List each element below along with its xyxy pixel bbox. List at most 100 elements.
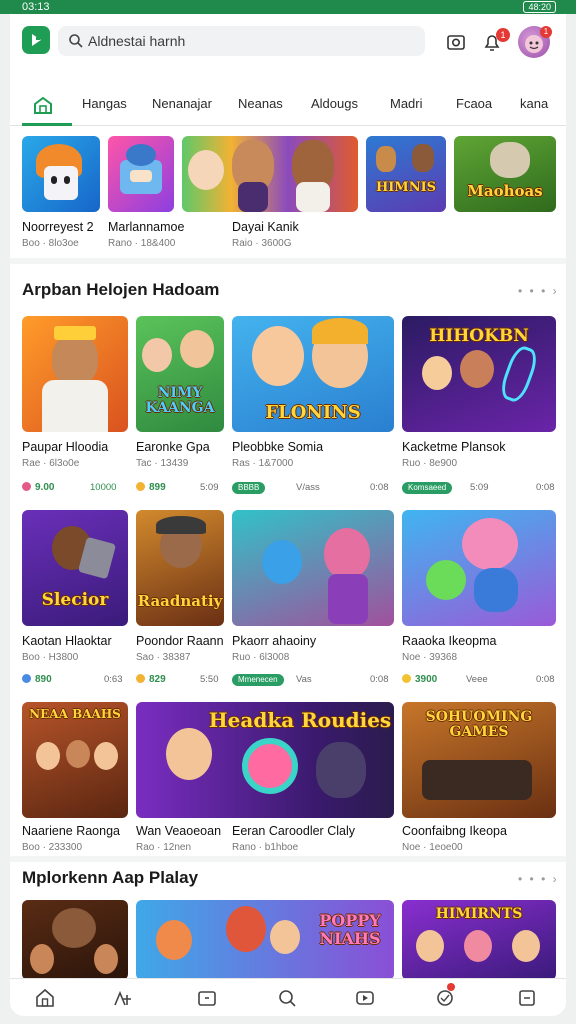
- game-tag: Komsaeed: [402, 482, 453, 494]
- app-thumb-2[interactable]: [108, 136, 174, 212]
- app-logo[interactable]: [22, 26, 50, 54]
- tab-hangas[interactable]: Hangas: [82, 96, 127, 111]
- game-thumb[interactable]: [22, 900, 128, 980]
- game-title: Eeran Caroodler Claly: [232, 824, 355, 838]
- more-button[interactable]: • • • ›: [518, 284, 559, 298]
- search-icon[interactable]: [276, 987, 298, 1009]
- app-thumb-1[interactable]: [22, 136, 100, 212]
- game-thumb[interactable]: SOHUOMING GAMES: [402, 702, 556, 818]
- app-thumb-5[interactable]: Maohoas: [454, 136, 556, 212]
- game-price: 10000: [90, 482, 117, 493]
- game-subtitle: Noe · 1eoe00: [402, 842, 463, 853]
- search-icon: [69, 34, 83, 48]
- game-title: Paupar Hloodia: [22, 440, 109, 454]
- game-price: 0:63: [104, 674, 123, 685]
- thumb-art-text: Slecior: [41, 590, 109, 610]
- game-title: Pleobbke Somia: [232, 440, 324, 454]
- game-tag: BBBB: [232, 482, 266, 494]
- rating-value: 9.00: [35, 482, 55, 493]
- tab-fcaoa[interactable]: Fcaoa: [456, 96, 492, 111]
- game-thumb[interactable]: HIHOKBN: [402, 316, 556, 432]
- game-tag: Mmenecen: [232, 674, 284, 686]
- section-title: Arpban Helojen Hadoam: [22, 280, 220, 299]
- game-price-alt: 0:08: [370, 482, 389, 493]
- app-thumb-4[interactable]: HIMNIS: [366, 136, 446, 212]
- game-subtitle: Sao · 38387: [136, 652, 191, 663]
- video-icon[interactable]: [354, 987, 376, 1009]
- game-price-alt: 0:08: [536, 674, 555, 685]
- search-bar[interactable]: Aldnestai harnh: [58, 26, 425, 56]
- game-thumb[interactable]: POPPY NIAHS: [136, 900, 394, 980]
- game-title: Earonke Gpa: [136, 440, 210, 454]
- game-price-alt: 0:08: [536, 482, 555, 493]
- camera-icon[interactable]: [444, 30, 468, 54]
- status-time: 03:13: [22, 1, 50, 13]
- more-button[interactable]: • • • ›: [518, 872, 559, 886]
- tab-madri[interactable]: Madri: [390, 96, 423, 111]
- game-subtitle: Rano · b1hboe: [232, 842, 299, 853]
- games-icon[interactable]: [112, 987, 134, 1009]
- game-thumb[interactable]: [232, 510, 394, 626]
- game-thumb[interactable]: NEAA BAAHS: [22, 702, 128, 818]
- game-subtitle: Ruo · 8e900: [402, 458, 458, 469]
- tab-home[interactable]: [22, 92, 72, 126]
- apps-icon[interactable]: [196, 987, 218, 1009]
- game-subtitle: Tac · 13439: [136, 458, 189, 469]
- thumb-art-text: POPPY NIAHS: [319, 911, 381, 948]
- game-subtitle: Ras · 1&7000: [232, 458, 294, 469]
- rating-value: 3900: [415, 674, 438, 685]
- thumb-art-text: Headka Roudies: [208, 708, 392, 732]
- game-thumb[interactable]: FLONINS: [232, 316, 394, 432]
- rating-icon: [136, 482, 145, 491]
- app-title: Marlannamoe: [108, 220, 185, 234]
- game-rating: 9.00: [22, 482, 54, 493]
- thumb-art-text: NEAA BAAHS: [29, 707, 121, 721]
- thumb-art-text: SOHUOMING GAMES: [425, 709, 533, 740]
- game-thumb[interactable]: Raadnatiy: [136, 510, 224, 626]
- game-price-alt: 0:08: [370, 674, 389, 685]
- game-title: Kaotan Hlaoktar: [22, 634, 112, 648]
- home-icon: [34, 96, 52, 114]
- category-tabs: Hangas Nenanajar Neanas Aldougs Madri Fc…: [10, 88, 566, 126]
- game-subtitle: Ruo · 6l3008: [232, 652, 290, 663]
- game-thumb[interactable]: [402, 510, 556, 626]
- search-input[interactable]: Aldnestai harnh: [88, 33, 185, 49]
- app-thumb-3[interactable]: [182, 136, 358, 212]
- game-thumb[interactable]: HIMIRNTS: [402, 900, 556, 980]
- game-rating: 890: [22, 674, 52, 685]
- tab-neanas[interactable]: Neanas: [238, 96, 283, 111]
- game-thumb[interactable]: [22, 316, 128, 432]
- bottom-nav: [10, 978, 566, 1016]
- game-title: Raaoka Ikeopma: [402, 634, 497, 648]
- battery-indicator: 48:20: [523, 1, 556, 13]
- section-divider: [10, 856, 566, 862]
- thumb-art-text: Raadnatiy: [137, 592, 223, 610]
- game-title: Coonfaibng Ikeopa: [402, 824, 507, 838]
- app-window: Aldnestai harnh 1 1 Hangas Nenanajar Nea…: [10, 14, 566, 1016]
- nav-badge: [447, 983, 455, 991]
- tab-kana[interactable]: kana: [520, 96, 548, 111]
- game-title: Wan Veaoeoan: [136, 824, 222, 838]
- game-thumb[interactable]: Slecior: [22, 510, 128, 626]
- game-rating: 829: [136, 674, 166, 685]
- app-subtitle: Rano · 18&400: [108, 238, 176, 249]
- game-price: 5:09: [470, 482, 489, 493]
- game-subtitle: Rao · 12nen: [136, 842, 192, 853]
- game-thumb[interactable]: NIMY KAANGA: [136, 316, 224, 432]
- top-bar: Aldnestai harnh 1 1: [10, 14, 566, 76]
- thumb-art-text: Maohoas: [467, 182, 543, 200]
- game-title: Kacketme Plansok: [402, 440, 506, 454]
- rating-icon: [22, 674, 31, 683]
- rating-icon: [136, 674, 145, 683]
- home-icon[interactable]: [34, 987, 56, 1009]
- rating-icon: [402, 674, 411, 683]
- game-price: 5:09: [200, 482, 219, 493]
- tab-aldougs[interactable]: Aldougs: [311, 96, 358, 111]
- tab-nenanajar[interactable]: Nenanajar: [152, 96, 212, 111]
- library-icon[interactable]: [516, 987, 538, 1009]
- rating-value: 890: [35, 674, 52, 685]
- game-thumb[interactable]: Headka Roudies: [136, 702, 394, 818]
- app-subtitle: Boo · 8lo3oe: [22, 238, 79, 249]
- thumb-art-text: FLONINS: [265, 402, 361, 423]
- thumb-art-text: HIHOKBN: [429, 326, 529, 346]
